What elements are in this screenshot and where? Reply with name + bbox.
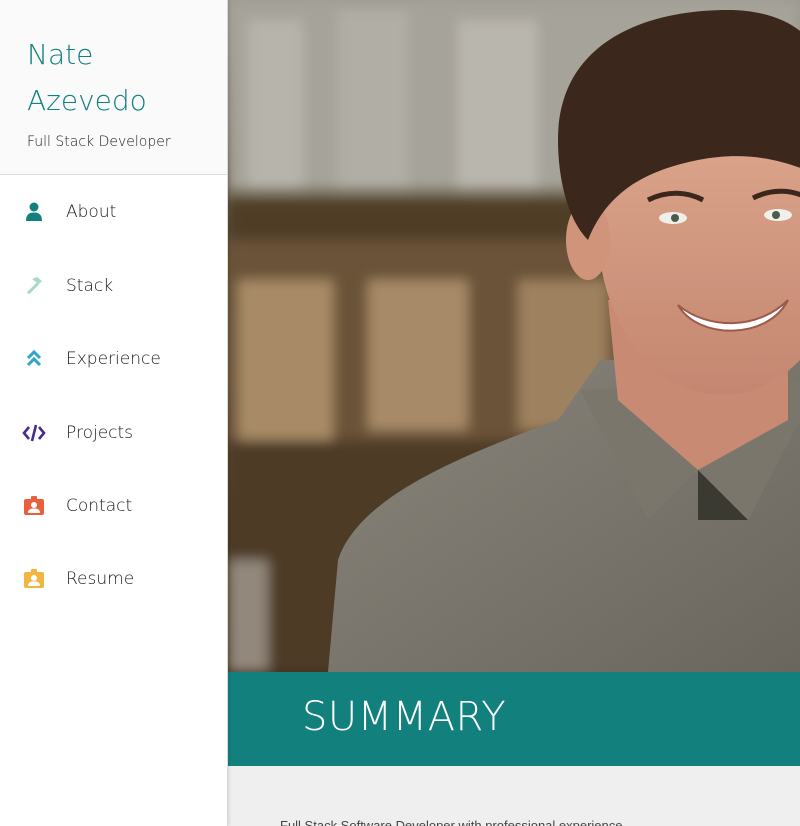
summary-text: Full Stack Software Developer with profe…	[280, 818, 634, 826]
last-name: Azevedo	[27, 84, 147, 117]
profile-header: Nate Azevedo Full Stack Developer	[0, 0, 227, 175]
summary-header: SUMMARY	[228, 672, 800, 766]
code-icon	[22, 421, 46, 445]
sidebar-item-label: Contact	[66, 496, 133, 516]
contact-badge-icon	[22, 494, 46, 518]
sidebar-item-stack[interactable]: Stack	[0, 266, 227, 306]
profile-name: Nate Azevedo	[27, 32, 167, 124]
double-chevron-up-icon	[22, 347, 46, 371]
sidebar-item-label: Resume	[66, 569, 135, 589]
hero-photo-illustration	[228, 0, 800, 672]
hero-photo	[228, 0, 800, 672]
sidebar-item-contact[interactable]: Contact	[0, 486, 227, 526]
person-icon	[22, 200, 46, 224]
profile-title: Full Stack Developer	[27, 134, 171, 150]
resume-badge-icon	[22, 567, 46, 591]
sidebar-item-resume[interactable]: Resume	[0, 559, 227, 599]
sidebar-item-about[interactable]: About	[0, 192, 227, 232]
sidebar-item-label: Projects	[66, 423, 134, 443]
summary-heading: SUMMARY	[302, 694, 507, 740]
sidebar-item-label: Experience	[66, 349, 161, 369]
sidebar-item-projects[interactable]: Projects	[0, 413, 227, 453]
sidebar-item-label: Stack	[66, 276, 114, 296]
hammer-icon	[22, 274, 46, 298]
first-name: Nate	[27, 38, 94, 71]
sidebar-item-label: About	[66, 202, 117, 222]
sidebar-item-experience[interactable]: Experience	[0, 339, 227, 379]
summary-content: Full Stack Software Developer with profe…	[228, 766, 800, 826]
sidebar: Nate Azevedo Full Stack Developer About …	[0, 0, 228, 826]
